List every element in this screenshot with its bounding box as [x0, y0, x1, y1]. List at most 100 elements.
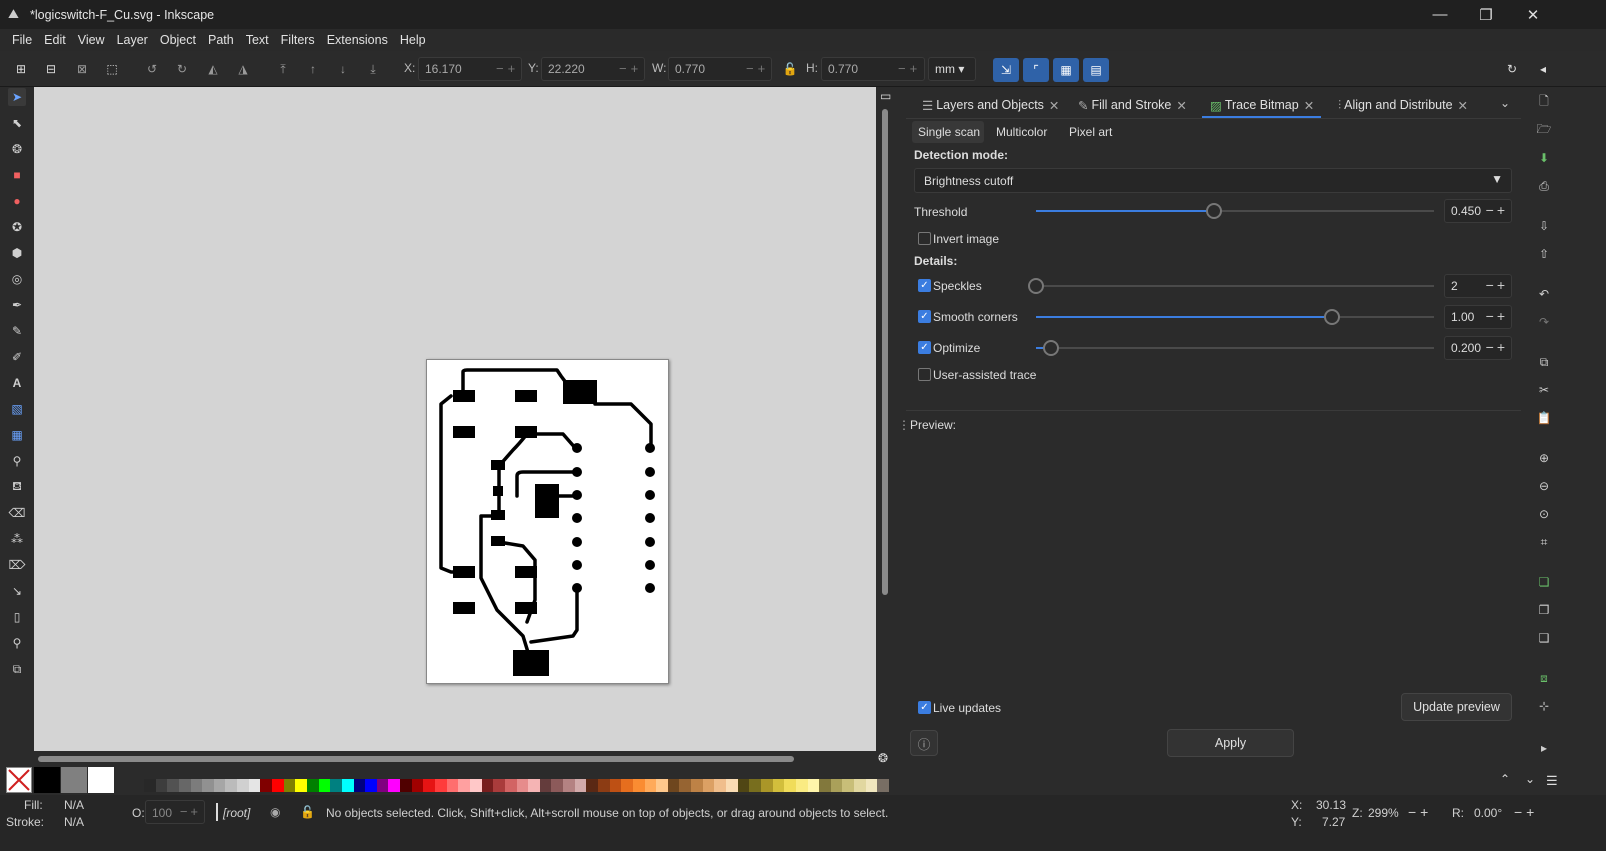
rotate-cw-icon[interactable]: ↻ [173, 60, 191, 78]
w-stepper[interactable]: −+ [746, 61, 769, 76]
y-stepper[interactable]: −+ [619, 61, 642, 76]
select-all-icon[interactable]: ⊞ [12, 60, 30, 78]
threshold-slider-handle[interactable] [1206, 203, 1222, 219]
group-icon[interactable]: ⧈ [1535, 669, 1553, 687]
palette-swatch[interactable] [656, 779, 668, 792]
pen-tool-icon[interactable]: ✒ [8, 296, 26, 314]
x-stepper[interactable]: −+ [496, 61, 519, 76]
palette-swatch[interactable] [202, 779, 214, 792]
tab-align-distribute[interactable]: ⫶ Align and Distribute ✕ [1338, 92, 1468, 118]
palette-swatch[interactable] [178, 779, 191, 792]
threshold-spinbox[interactable]: 0.450 −+ [1444, 199, 1512, 223]
text-tool-icon[interactable]: A [8, 374, 26, 392]
speckles-slider-handle[interactable] [1028, 278, 1044, 294]
rotate-value[interactable]: 0.00° [1474, 806, 1502, 820]
palette-swatch[interactable] [272, 779, 284, 792]
star-tool-icon[interactable]: ✪ [8, 218, 26, 236]
more-commands-icon[interactable]: ▸ [1535, 739, 1553, 757]
subtab-multicolor[interactable]: Multicolor [996, 125, 1047, 139]
palette-swatch[interactable] [446, 779, 459, 792]
cut-icon[interactable]: ✂ [1535, 381, 1553, 399]
palette-swatch[interactable] [702, 779, 715, 792]
lock-icon[interactable]: 🔓 [781, 60, 799, 78]
copy-icon[interactable]: ⧉ [1535, 353, 1553, 371]
lower-to-bottom-icon[interactable]: ⤓ [364, 60, 382, 78]
palette-swatch[interactable] [865, 779, 878, 792]
palette-swatch[interactable] [644, 779, 657, 792]
undo-icon[interactable]: ↶ [1535, 285, 1553, 303]
zoom-value[interactable]: 299% [1368, 806, 1399, 820]
palette-swatch[interactable] [760, 779, 773, 792]
clone-icon[interactable]: ❐ [1535, 601, 1553, 619]
menu-help[interactable]: Help [394, 33, 432, 47]
tabs-overflow-chevron-down-icon[interactable]: ⌄ [1500, 96, 1510, 110]
optimize-checkbox[interactable]: ✓ [918, 341, 931, 354]
pages-tool-icon[interactable]: ▯ [8, 608, 26, 626]
palette-swatch[interactable] [772, 779, 785, 792]
stroke-value[interactable]: N/A [64, 815, 84, 829]
palette-swatch[interactable] [621, 779, 633, 792]
palette-swatch[interactable] [237, 779, 249, 792]
palette-swatch[interactable] [737, 779, 750, 792]
user-assisted-checkbox[interactable] [918, 368, 931, 381]
snap-menu-icon[interactable]: ◂ [1534, 60, 1552, 78]
node-tool-icon[interactable]: ⬉ [8, 114, 26, 132]
threshold-stepper[interactable]: −+ [1486, 202, 1508, 218]
swatch-gray[interactable] [61, 767, 87, 793]
spray-tool-icon[interactable]: ⁂ [8, 530, 26, 548]
close-tab-icon[interactable]: ✕ [1304, 98, 1314, 113]
opacity-input[interactable]: 100 −+ [145, 800, 205, 824]
palette-swatch[interactable] [667, 779, 680, 792]
palette-swatch[interactable] [807, 779, 820, 792]
palette-swatch[interactable] [295, 779, 307, 792]
palette-swatch[interactable] [469, 779, 482, 792]
duplicate-icon[interactable]: ❏ [1535, 573, 1553, 591]
palette-swatch[interactable] [283, 779, 296, 792]
raise-to-top-icon[interactable]: ⤒ [274, 60, 292, 78]
opacity-stepper[interactable]: −+ [180, 804, 201, 819]
ellipse-tool-icon[interactable]: ● [8, 192, 26, 210]
palette-swatch[interactable] [795, 779, 808, 792]
h-stepper[interactable]: −+ [898, 61, 921, 76]
optimize-slider-track[interactable] [1036, 347, 1434, 349]
display-mode-icon[interactable]: ▭ [880, 89, 891, 103]
smooth-corners-stepper[interactable]: −+ [1486, 308, 1508, 324]
scale-corners-toggle[interactable]: ⌜ [1023, 58, 1049, 82]
new-document-icon[interactable]: 🗋 [1535, 93, 1553, 111]
swatch-white[interactable] [88, 767, 114, 793]
update-preview-button[interactable]: Update preview [1401, 693, 1512, 721]
menu-text[interactable]: Text [240, 33, 275, 47]
connector-tool-icon[interactable]: ↘ [8, 582, 26, 600]
zoom-tool-icon[interactable]: ⚲ [8, 634, 26, 652]
palette-swatch[interactable] [248, 779, 261, 792]
speckles-spinbox[interactable]: 2 −+ [1444, 274, 1512, 298]
palette-swatch[interactable] [306, 779, 319, 792]
tab-layers-objects[interactable]: ☰ Layers and Objects ✕ [922, 92, 1059, 118]
palette-swatch[interactable] [586, 779, 598, 792]
smooth-corners-spinbox[interactable]: 1.00 −+ [1444, 305, 1512, 329]
scale-stroke-toggle[interactable]: ⇲ [993, 58, 1019, 82]
open-file-icon[interactable]: 🗁 [1535, 121, 1553, 139]
palette-swatch[interactable] [493, 779, 505, 792]
minimize-button[interactable]: — [1417, 0, 1463, 29]
menu-layer[interactable]: Layer [111, 33, 154, 47]
zoom-page-icon[interactable]: ⊙ [1535, 505, 1553, 523]
paint-bucket-tool-icon[interactable]: ⛾ [8, 478, 26, 496]
palette-swatch[interactable] [213, 779, 226, 792]
touch-select-icon[interactable]: ⬚ [103, 60, 121, 78]
pencil-tool-icon[interactable]: ✎ [8, 322, 26, 340]
zoom-stepper[interactable]: −+ [1408, 804, 1432, 820]
palette-swatch[interactable] [632, 779, 645, 792]
palette-swatch[interactable] [539, 779, 552, 792]
palette-swatch[interactable] [481, 779, 494, 792]
palette-swatch[interactable] [749, 779, 761, 792]
palette-swatch[interactable] [714, 779, 727, 792]
tab-trace-bitmap[interactable]: ▨ Trace Bitmap ✕ [1210, 92, 1314, 118]
save-icon[interactable]: ⬇ [1535, 149, 1553, 167]
palette-swatch[interactable] [551, 779, 564, 792]
current-layer[interactable]: [root] [223, 806, 250, 820]
menu-path[interactable]: Path [202, 33, 240, 47]
menu-object[interactable]: Object [154, 33, 202, 47]
print-icon[interactable]: ⎙ [1535, 177, 1553, 195]
eraser-alt-tool-icon[interactable]: ⌦ [8, 556, 26, 574]
